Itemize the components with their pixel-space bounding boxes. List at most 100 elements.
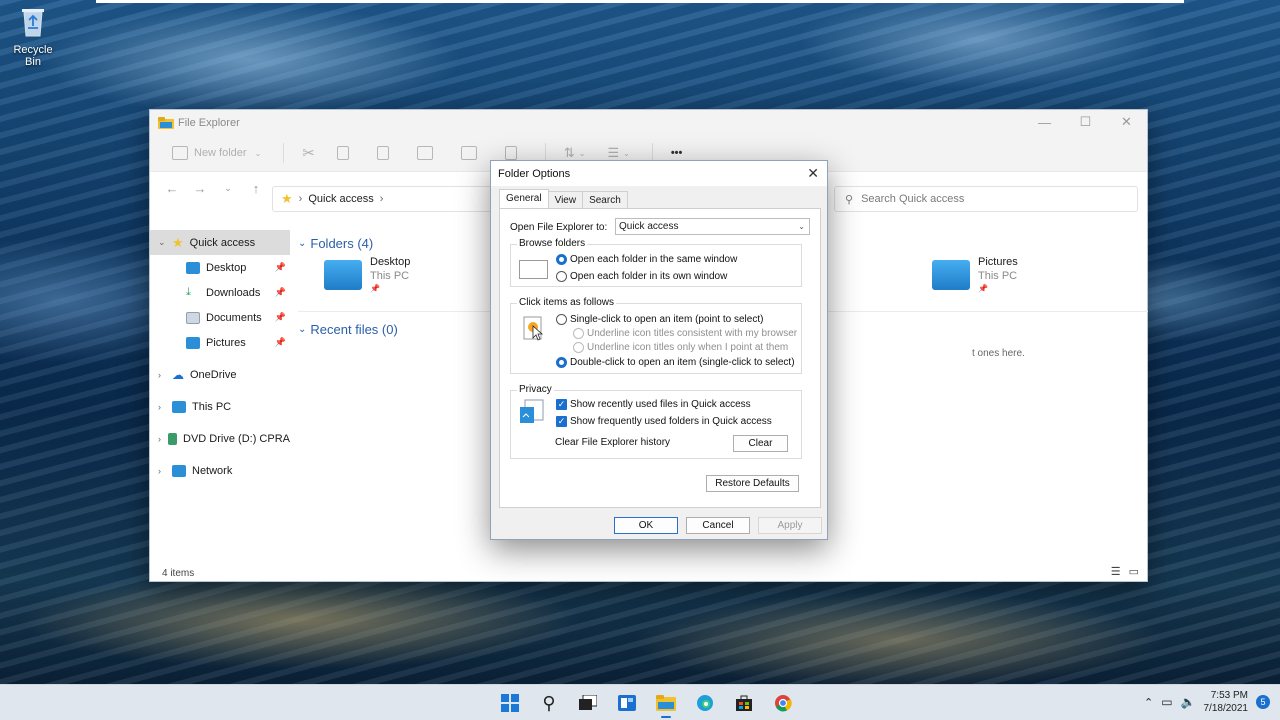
folder-tile-pictures[interactable]: Pictures This PC 📌 <box>932 256 1018 293</box>
radio-own-window[interactable]: Open each folder in its own window <box>556 271 727 282</box>
nav-label: Pictures <box>206 336 246 349</box>
rename-button[interactable] <box>416 146 439 160</box>
nav-quick-access[interactable]: ⌄ ★ Quick access <box>150 230 290 255</box>
nav-label: OneDrive <box>190 368 237 381</box>
share-icon <box>460 146 477 160</box>
recent-files-group-header[interactable]: ⌄ Recent files (0) <box>298 322 398 337</box>
cancel-button[interactable]: Cancel <box>686 517 750 534</box>
pin-icon: 📌 <box>274 287 286 297</box>
radio-disabled-icon <box>573 342 584 353</box>
up-arrow-icon[interactable]: ↑ <box>244 181 268 196</box>
edge-button[interactable] <box>691 690 719 716</box>
nav-documents[interactable]: Documents 📌 <box>150 305 290 330</box>
navigation-pane: ⌄ ★ Quick access Desktop 📌 ⤓ Downloads 📌… <box>150 230 290 560</box>
recent-header-label: Recent files (0) <box>310 322 398 337</box>
checkbox-recent-files[interactable]: ✓ Show recently used files in Quick acce… <box>556 399 751 410</box>
clock-time: 7:53 PM <box>1210 690 1248 701</box>
store-bag-icon <box>736 695 752 711</box>
network-status-icon[interactable]: ▭ <box>1161 695 1172 709</box>
clear-history-button[interactable]: Clear <box>733 435 788 452</box>
folder-tile-desktop[interactable]: Desktop This PC 📌 <box>324 256 410 293</box>
pin-icon: 📌 <box>274 337 286 347</box>
task-view-icon <box>579 695 597 710</box>
open-to-dropdown[interactable]: Quick access ⌄ <box>615 218 810 235</box>
address-bar[interactable]: ★ › Quick access › <box>272 186 502 212</box>
recent-locations-chevron-icon[interactable]: ⌄ <box>216 183 240 194</box>
back-arrow-icon[interactable]: ← <box>160 181 184 196</box>
dialog-title: Folder Options <box>498 167 571 180</box>
widgets-button[interactable] <box>613 690 641 716</box>
nav-desktop[interactable]: Desktop 📌 <box>150 255 290 280</box>
delete-button[interactable] <box>504 146 523 160</box>
store-button[interactable] <box>730 690 758 716</box>
view-button[interactable]: ☰ ⌄ <box>607 145 629 161</box>
more-options-button[interactable]: ••• <box>671 147 683 159</box>
dvd-drive-icon <box>167 432 178 445</box>
search-box[interactable]: ⚲ Search Quick access <box>834 186 1138 212</box>
radio-label: Underline icon titles consistent with my… <box>587 328 798 339</box>
recycle-bin-label: Recycle Bin <box>13 44 53 68</box>
radio-disabled-icon <box>573 328 584 339</box>
radio-same-window[interactable]: Open each folder in the same window <box>556 254 737 265</box>
dialog-titlebar[interactable]: Folder Options ✕ <box>491 161 827 186</box>
search-button[interactable]: ⚲ <box>535 690 563 716</box>
nav-onedrive[interactable]: › ☁ OneDrive <box>150 362 290 387</box>
radio-single-click[interactable]: Single-click to open an item (point to s… <box>556 314 763 325</box>
computer-icon <box>172 400 186 413</box>
pin-icon: 📌 <box>274 262 286 272</box>
cut-button[interactable]: ✂ <box>302 144 315 162</box>
radio-empty-icon <box>556 271 567 282</box>
checkbox-frequent-folders[interactable]: ✓ Show frequently used folders in Quick … <box>556 416 772 427</box>
edge-browser-icon <box>697 695 713 711</box>
maximize-button[interactable]: ☐ <box>1065 110 1106 134</box>
folder-options-dialog: Folder Options ✕ General View Search Ope… <box>490 160 828 540</box>
minimize-button[interactable]: — <box>1024 110 1065 134</box>
task-view-button[interactable] <box>574 690 602 716</box>
forward-arrow-icon[interactable]: → <box>188 181 212 196</box>
clear-history-label: Clear File Explorer history <box>555 437 671 448</box>
desktop-folder-icon <box>324 260 362 290</box>
new-folder-button[interactable]: New folder ⌄ <box>172 146 261 160</box>
paste-button[interactable] <box>376 146 395 160</box>
nav-dvd-drive[interactable]: › DVD Drive (D:) CPRA <box>150 426 290 451</box>
radio-double-click[interactable]: Double-click to open an item (single-cli… <box>556 357 795 368</box>
chevron-down-icon: ⌄ <box>578 148 586 158</box>
radio-selected-icon <box>556 357 567 368</box>
recycle-bin-icon <box>22 9 44 37</box>
tab-general[interactable]: General <box>499 189 549 209</box>
start-button[interactable] <box>496 690 524 716</box>
sort-button[interactable]: ⇅ ⌄ <box>564 145 586 161</box>
show-hidden-icons-chevron-icon[interactable]: ⌃ <box>1144 696 1153 709</box>
volume-icon[interactable]: 🔈 <box>1181 695 1196 709</box>
explorer-titlebar[interactable]: File Explorer — ☐ ✕ <box>150 110 1147 135</box>
nav-downloads[interactable]: ⤓ Downloads 📌 <box>150 280 290 305</box>
checkmark-icon: ✓ <box>556 416 567 427</box>
ok-button[interactable]: OK <box>614 517 678 534</box>
chevron-down-icon: ⌄ <box>798 222 805 231</box>
sort-icon: ⇅ <box>563 145 575 160</box>
chevron-down-icon: ⌄ <box>254 148 262 158</box>
notification-badge[interactable]: 5 <box>1256 695 1270 709</box>
chevron-right-icon: › <box>158 401 161 412</box>
apply-button[interactable]: Apply <box>758 517 822 534</box>
recycle-bin[interactable]: Recycle Bin <box>4 4 62 68</box>
dialog-close-button[interactable]: ✕ <box>807 165 819 182</box>
radio-underline-point[interactable]: Underline icon titles only when I point … <box>573 342 788 353</box>
tiles-view-icon[interactable]: ▭ <box>1129 565 1139 578</box>
nav-pictures[interactable]: Pictures 📌 <box>150 330 290 355</box>
click-items-group: Click items as follows Single-click to o… <box>510 297 802 374</box>
folders-group-header[interactable]: ⌄ Folders (4) <box>298 236 373 251</box>
copy-button[interactable] <box>336 146 355 160</box>
pictures-folder-icon <box>932 260 970 290</box>
nav-this-pc[interactable]: › This PC <box>150 394 290 419</box>
chrome-button[interactable] <box>769 690 797 716</box>
file-explorer-taskbar-button[interactable] <box>652 690 680 718</box>
details-view-icon[interactable]: ☰ <box>1111 565 1121 578</box>
radio-underline-browser[interactable]: Underline icon titles consistent with my… <box>573 328 797 339</box>
close-button[interactable]: ✕ <box>1106 110 1147 134</box>
clock[interactable]: 7:53 PM 7/18/2021 <box>1204 689 1249 715</box>
privacy-legend: Privacy <box>517 384 554 395</box>
share-button[interactable] <box>460 146 483 160</box>
nav-network[interactable]: › Network <box>150 458 290 483</box>
restore-defaults-button[interactable]: Restore Defaults <box>706 475 799 492</box>
